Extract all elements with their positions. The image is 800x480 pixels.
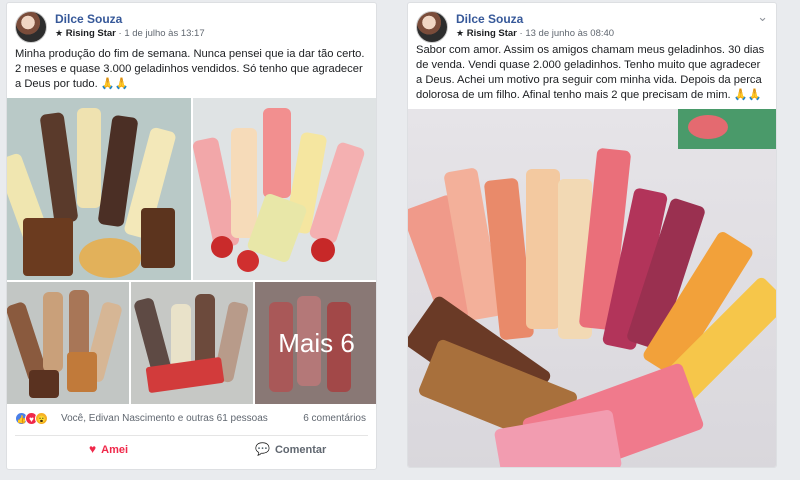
love-icon: ♥ [89,442,97,456]
comments-count[interactable]: 6 comentários [303,413,366,424]
photo-2[interactable] [193,98,376,280]
rising-star-badge[interactable]: Rising Star [467,28,517,39]
post-date[interactable]: 13 de junho às 08:40 [525,28,614,39]
post-card-1: Dilce Souza ★ Rising Star · 1 de julho à… [6,2,377,470]
reaction-icons[interactable]: 👍 ♥ 😮 [15,412,48,425]
star-icon: ★ [55,28,64,38]
rising-star-badge[interactable]: Rising Star [66,28,116,39]
post-header: Dilce Souza ★ Rising Star · 1 de julho à… [15,11,368,43]
post-card-2: Dilce Souza ★ Rising Star · 13 de junho … [407,2,777,468]
post-text: Minha produção do fim de semana. Nunca p… [15,48,365,90]
post-photo[interactable] [408,109,776,467]
post-actions: ♥ Amei 💬 Comentar [15,435,368,465]
avatar[interactable] [416,11,448,43]
comment-button-label: Comentar [274,444,327,456]
comment-icon: 💬 [255,442,270,456]
photo-5-more[interactable]: Mais 6 [255,282,376,404]
post-meta: ★ Rising Star · 13 de junho às 08:40 [456,28,614,39]
comment-button[interactable]: 💬 Comentar [255,442,326,456]
photo-4[interactable] [131,282,253,404]
wow-reaction-icon: 😮 [35,412,48,425]
love-button-label: Amei [101,444,129,456]
post-meta: ★ Rising Star · 1 de julho às 13:17 [55,28,205,39]
post-date[interactable]: 1 de julho às 13:17 [124,28,204,39]
more-photos-overlay[interactable]: Mais 6 [255,282,376,404]
author-name[interactable]: Dilce Souza [456,12,523,26]
love-button[interactable]: ♥ Amei [89,442,128,456]
page-edge [781,0,800,480]
post-header: Dilce Souza ★ Rising Star · 13 de junho … [416,9,768,43]
photo-3[interactable] [7,282,129,404]
author-name[interactable]: Dilce Souza [55,12,122,26]
star-icon: ★ [456,28,465,38]
post-text: Sabor com amor. Assim os amigos chamam m… [416,44,765,101]
reactions-summary[interactable]: Você, Edivan Nascimento e outras 61 pess… [61,413,268,424]
ellipsis-icon[interactable]: ⌄ [757,9,768,25]
photo-1[interactable] [7,98,191,280]
avatar[interactable] [15,11,47,43]
reactions-bar: 👍 ♥ 😮 Você, Edivan Nascimento e outras 61 … [15,410,368,430]
